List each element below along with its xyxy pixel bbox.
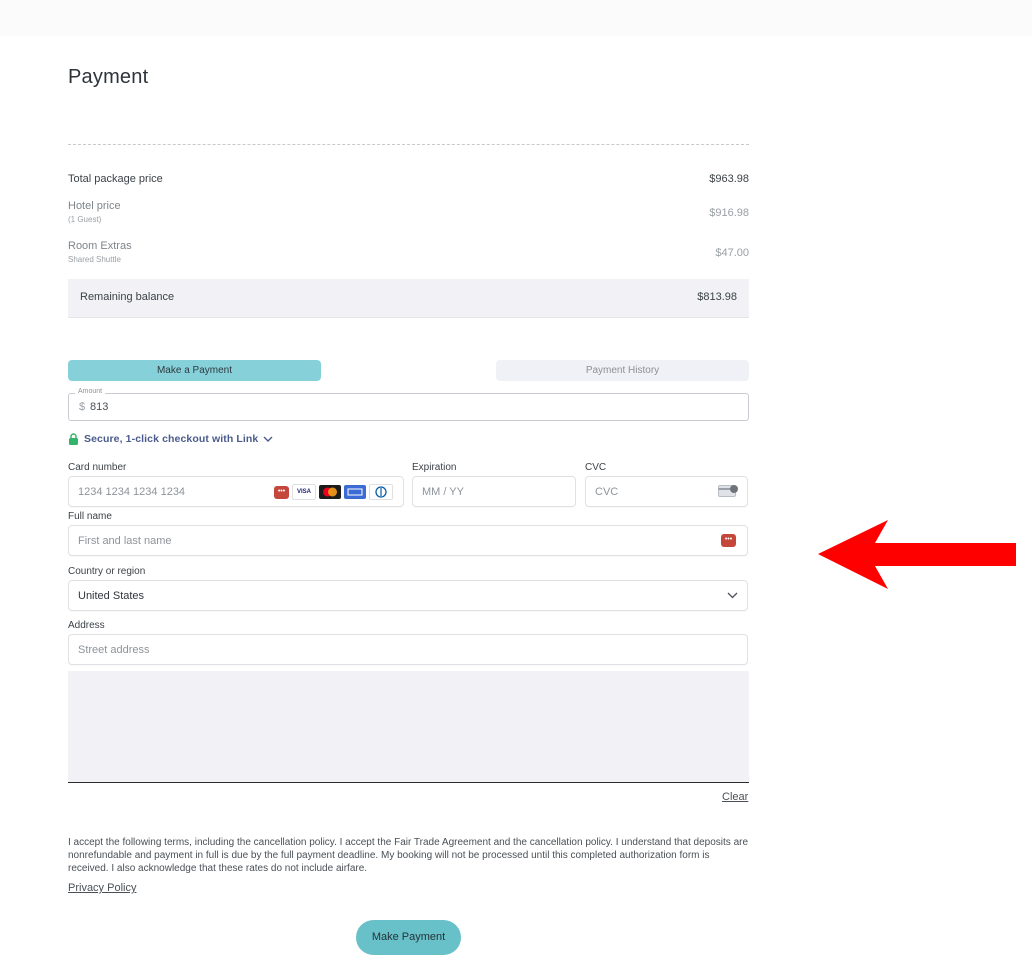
street-address-placeholder: Street address (78, 644, 150, 656)
top-bar (0, 0, 1032, 36)
card-number-label: Card number (68, 462, 127, 473)
country-value: United States (78, 590, 145, 602)
tab-payment-history[interactable]: Payment History (496, 360, 749, 381)
total-price-row: Total package price $963.98 (68, 173, 749, 187)
full-name-placeholder: First and last name (78, 535, 172, 547)
card-brands: ••• VISA (274, 484, 393, 500)
chevron-down-icon (263, 436, 273, 442)
street-address-input[interactable]: Street address (68, 634, 748, 665)
autofill-icon: ••• (274, 485, 289, 499)
hotel-price-label: Hotel price (68, 200, 121, 212)
page-title: Payment (68, 66, 149, 88)
autofill-icon[interactable]: ••• (721, 534, 736, 547)
cvc-label: CVC (585, 462, 607, 473)
link-checkout-label: Secure, 1-click checkout with Link (84, 433, 259, 445)
privacy-policy-link[interactable]: Privacy Policy (68, 882, 136, 894)
room-extras-note: Shared Shuttle (68, 255, 121, 264)
expiration-label: Expiration (412, 462, 457, 473)
remaining-balance-row: Remaining balance $813.98 (68, 279, 749, 318)
link-checkout-toggle[interactable]: Secure, 1-click checkout with Link (68, 432, 273, 446)
address-label: Address (68, 620, 105, 631)
make-payment-button[interactable]: Make Payment (356, 920, 461, 955)
cvc-card-icon (718, 485, 738, 497)
room-extras-row: Room Extras Shared Shuttle $47.00 (68, 240, 749, 266)
full-name-input[interactable]: First and last name ••• (68, 525, 748, 556)
amount-input[interactable]: Amount $ 813 (68, 388, 749, 421)
total-price-label: Total package price (68, 173, 163, 185)
cvc-placeholder: CVC (595, 486, 619, 498)
room-extras-value: $47.00 (715, 247, 749, 259)
tab-make-payment[interactable]: Make a Payment (68, 360, 321, 381)
visa-icon: VISA (292, 484, 316, 500)
terms-text: I accept the following terms, including … (68, 837, 749, 874)
hotel-guests-note: (1 Guest) (68, 215, 102, 224)
remaining-balance-value: $813.98 (697, 291, 737, 303)
diners-club-icon (369, 484, 393, 500)
divider (68, 144, 749, 145)
hotel-price-value: $916.98 (709, 207, 749, 219)
clear-signature-link[interactable]: Clear (722, 791, 748, 803)
card-number-placeholder: 1234 1234 1234 1234 (78, 486, 186, 498)
amount-value: 813 (90, 401, 109, 413)
country-label: Country or region (68, 566, 146, 577)
hotel-price-row: Hotel price (1 Guest) $916.98 (68, 200, 749, 226)
cvc-input[interactable]: CVC (585, 476, 748, 507)
signature-pad[interactable] (68, 671, 749, 783)
amount-legend: Amount (75, 388, 106, 395)
full-name-label: Full name (68, 511, 112, 522)
mastercard-icon (319, 485, 341, 499)
room-extras-label: Room Extras (68, 240, 132, 252)
chevron-down-icon (727, 592, 738, 599)
red-arrow-icon (818, 520, 1016, 589)
lock-icon (69, 433, 78, 445)
card-number-input[interactable]: 1234 1234 1234 1234 ••• VISA (68, 476, 404, 507)
expiration-input[interactable]: MM / YY (412, 476, 576, 507)
expiration-placeholder: MM / YY (422, 486, 464, 498)
total-price-value: $963.98 (709, 173, 749, 185)
amex-icon (344, 485, 366, 499)
country-select[interactable]: United States (68, 580, 748, 611)
remaining-balance-label: Remaining balance (80, 291, 175, 303)
amount-currency: $ (79, 401, 86, 413)
